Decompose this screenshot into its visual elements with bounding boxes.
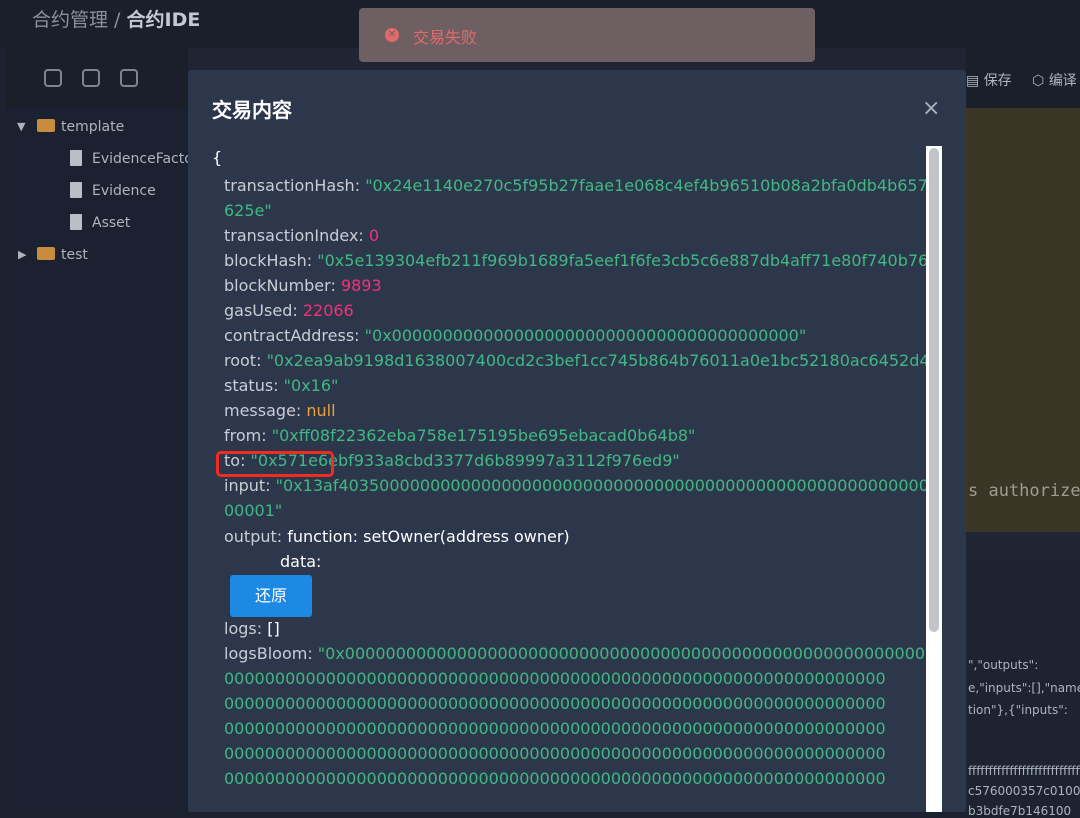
tree-file-asset[interactable]: Asset bbox=[92, 215, 130, 231]
output-data-label: data: bbox=[280, 552, 322, 571]
caret-right-icon[interactable]: ▶ bbox=[18, 248, 26, 261]
logs-bloom-line: 0000000000000000000000000000000000000000… bbox=[224, 694, 886, 713]
output-line: tion"},{"inputs": bbox=[968, 703, 1068, 717]
tree-folder-template[interactable]: template bbox=[61, 119, 124, 135]
file-tree: ▼ template EvidenceFactory Evidence Asse… bbox=[6, 108, 207, 812]
field-key: blockNumber: bbox=[224, 276, 336, 295]
output-line: b3bdfe7b146100 bbox=[968, 804, 1072, 818]
field-key: input: bbox=[224, 476, 271, 495]
tree-folder-test[interactable]: test bbox=[61, 247, 88, 263]
folder-icon bbox=[37, 119, 55, 132]
breadcrumb: 合约管理 / 合约IDE bbox=[32, 5, 200, 32]
field-gas-used: gasUsed: 22066 bbox=[224, 298, 354, 323]
field-root: root: "0x2ea9ab9198d1638007400cd2c3bef1c… bbox=[224, 348, 928, 373]
code-editor[interactable] bbox=[966, 108, 1080, 532]
field-from: from: "0xff08f22362eba758e175195be695eba… bbox=[224, 423, 695, 448]
field-value: 9893 bbox=[340, 276, 382, 295]
field-value: 22066 bbox=[302, 301, 354, 320]
field-key: root: bbox=[224, 351, 262, 370]
breadcrumb-parent[interactable]: 合约管理 bbox=[32, 9, 108, 31]
compile-label: 编译 bbox=[1048, 73, 1077, 89]
breadcrumb-separator: / bbox=[108, 9, 127, 31]
field-key: gasUsed: bbox=[224, 301, 298, 320]
close-icon[interactable]: × bbox=[922, 96, 940, 121]
tree-file-evidence[interactable]: Evidence bbox=[92, 183, 156, 199]
open-brace: { bbox=[212, 148, 223, 167]
cube-icon: ⬡ bbox=[1032, 73, 1045, 89]
toast-message: 交易失败 bbox=[413, 28, 478, 47]
output-line: ffffffffffffffffffffffffffff bbox=[968, 764, 1080, 778]
transaction-json: { transactionHash: "0x24e1140e270c5f95b2… bbox=[188, 148, 928, 812]
breadcrumb-current: 合约IDE bbox=[126, 9, 201, 31]
folder-icon bbox=[37, 247, 55, 260]
field-key: logs: bbox=[224, 619, 263, 638]
save-label: 保存 bbox=[983, 73, 1012, 89]
scrollbar-thumb[interactable] bbox=[929, 148, 939, 632]
field-value: 625e" bbox=[224, 201, 272, 220]
modal-title: 交易内容 bbox=[212, 98, 292, 122]
field-key: from: bbox=[224, 426, 267, 445]
output-line: e,"inputs":[],"name bbox=[968, 681, 1080, 695]
field-key: blockHash: bbox=[224, 251, 313, 270]
field-transaction-hash-cont: 625e" bbox=[224, 198, 272, 223]
field-value: "0x2ea9ab9198d1638007400cd2c3bef1cc745b8… bbox=[266, 351, 928, 370]
file-icon bbox=[70, 182, 82, 198]
field-value: "0xff08f22362eba758e175195be695ebacad0b6… bbox=[271, 426, 696, 445]
field-value: "0x0000000000000000000000000000000000000… bbox=[364, 326, 807, 345]
field-value: "0x24e1140e270c5f95b27faae1e068c4ef4b965… bbox=[365, 176, 928, 195]
field-contract-address: contractAddress: "0x00000000000000000000… bbox=[224, 323, 806, 348]
field-key: transactionIndex: bbox=[224, 226, 364, 245]
output-line: c576000357c0100 bbox=[968, 784, 1080, 798]
caret-down-icon[interactable]: ▼ bbox=[17, 120, 25, 133]
field-key: transactionHash: bbox=[224, 176, 361, 195]
field-input-cont: 00001" bbox=[224, 498, 282, 523]
transaction-modal: 交易内容 × { transactionHash: "0x24e1140e270… bbox=[188, 70, 966, 812]
error-circle-icon: ✕ bbox=[385, 28, 399, 42]
upload-icon[interactable] bbox=[120, 69, 138, 87]
restore-button[interactable]: 还原 bbox=[230, 575, 312, 617]
field-logs-bloom: logsBloom: "0x00000000000000000000000000… bbox=[224, 641, 928, 666]
output-line: ","outputs": bbox=[968, 658, 1039, 672]
logs-bloom-line: 0000000000000000000000000000000000000000… bbox=[224, 769, 886, 788]
editor-toolbar: ▤ 保存 ⬡ 编译 bbox=[966, 48, 1080, 108]
field-value: 00001" bbox=[224, 501, 283, 520]
field-value: 0 bbox=[368, 226, 380, 245]
field-value: "0x0000000000000000000000000000000000000… bbox=[317, 644, 928, 663]
output-function: function: setOwner(address owner) bbox=[287, 527, 570, 546]
field-value: "0x13af403500000000000000000000000000000… bbox=[275, 476, 928, 495]
field-value: [] bbox=[267, 619, 280, 638]
field-logs: logs: [] bbox=[224, 616, 280, 641]
field-key: status: bbox=[224, 376, 279, 395]
file-toolbar bbox=[6, 48, 188, 108]
field-block-hash: blockHash: "0x5e139304efb211f969b1689fa5… bbox=[224, 248, 928, 273]
field-block-number: blockNumber: 9893 bbox=[224, 273, 382, 298]
field-value: null bbox=[306, 401, 336, 420]
field-value: "0x16" bbox=[283, 376, 339, 395]
error-toast: ✕ 交易失败 bbox=[359, 8, 815, 62]
status-highlight-box bbox=[216, 451, 334, 477]
field-key: logsBloom: bbox=[224, 644, 313, 663]
new-file-icon[interactable] bbox=[44, 69, 62, 87]
editor-code-line: s authorize bbox=[968, 481, 1080, 501]
field-status: status: "0x16" bbox=[224, 373, 338, 398]
compile-button[interactable]: ⬡ 编译 bbox=[1032, 70, 1077, 90]
field-transaction-hash: transactionHash: "0x24e1140e270c5f95b27f… bbox=[224, 173, 928, 198]
logs-bloom-line: 0000000000000000000000000000000000000000… bbox=[224, 669, 886, 688]
save-button[interactable]: ▤ 保存 bbox=[966, 70, 1012, 90]
logs-bloom-line: 0000000000000000000000000000000000000000… bbox=[224, 744, 886, 763]
new-folder-icon[interactable] bbox=[82, 69, 100, 87]
field-output: output: function: setOwner(address owner… bbox=[224, 524, 570, 549]
save-icon: ▤ bbox=[966, 73, 980, 89]
field-key: message: bbox=[224, 401, 302, 420]
file-icon bbox=[70, 150, 82, 166]
field-key: contractAddress: bbox=[224, 326, 360, 345]
field-message: message: null bbox=[224, 398, 336, 423]
logs-bloom-line: 0000000000000000000000000000000000000000… bbox=[224, 719, 886, 738]
file-icon bbox=[70, 214, 82, 230]
field-transaction-index: transactionIndex: 0 bbox=[224, 223, 379, 248]
field-value: "0x5e139304efb211f969b1689fa5eef1f6fe3cb… bbox=[317, 251, 928, 270]
field-key: output: bbox=[224, 527, 283, 546]
